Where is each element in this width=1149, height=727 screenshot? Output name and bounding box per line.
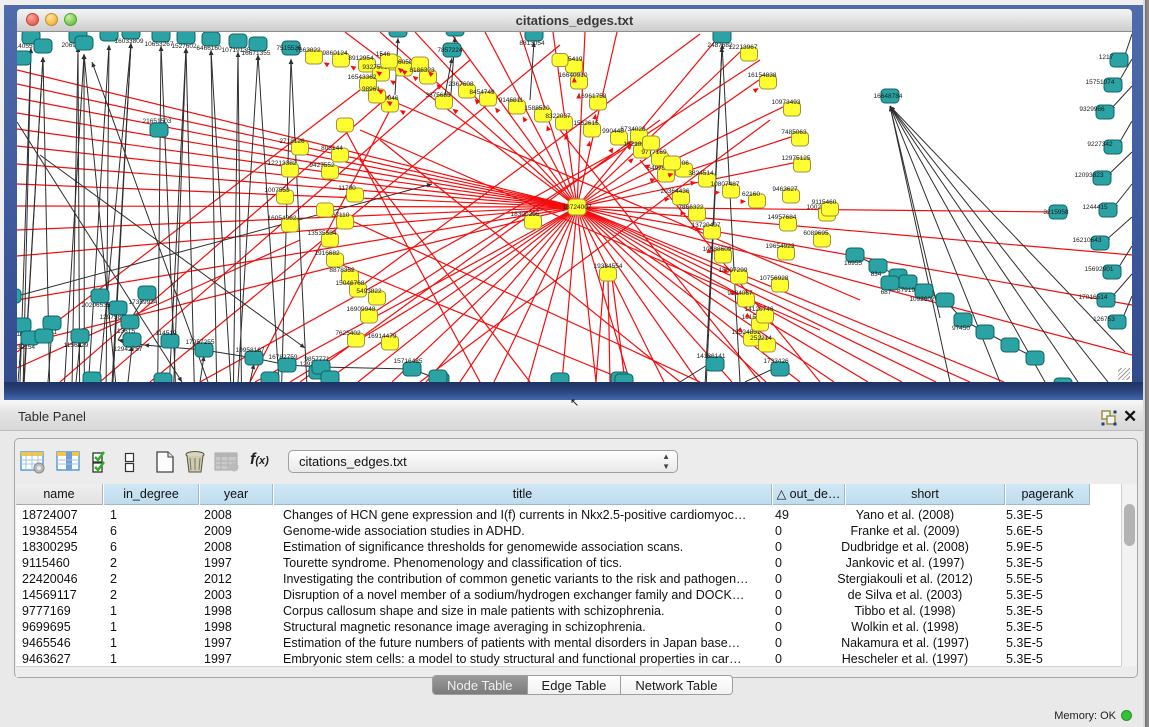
svg-text:687: 687 — [881, 289, 892, 296]
svg-text:14120746: 14120746 — [745, 306, 774, 313]
svg-text:62160: 62160 — [742, 191, 760, 198]
svg-text:13615: 13615 — [117, 328, 135, 335]
svg-text:10756928: 10756928 — [760, 275, 789, 282]
svg-text:2718126: 2718126 — [279, 138, 305, 145]
svg-text:7866322: 7866322 — [678, 204, 704, 211]
svg-text:803144: 803144 — [321, 145, 343, 152]
svg-text:16914479: 16914479 — [368, 333, 397, 340]
svg-text:9115460: 9115460 — [812, 199, 837, 206]
svg-text:16782759: 16782759 — [269, 354, 298, 361]
svg-text:17957255: 17957255 — [186, 339, 215, 346]
svg-text:1007553: 1007553 — [264, 187, 290, 194]
svg-text:7857224: 7857224 — [437, 47, 463, 54]
svg-text:8454749: 8454749 — [469, 89, 495, 96]
svg-text:13535584: 13535584 — [308, 230, 337, 237]
svg-text:16543362: 16543362 — [348, 74, 377, 81]
svg-text:10688609: 10688609 — [703, 246, 732, 253]
svg-text:1562615: 1562615 — [573, 120, 599, 127]
svg-text:252214: 252214 — [750, 335, 772, 342]
svg-text:87919: 87919 — [897, 287, 915, 294]
svg-text:6466160: 6466160 — [196, 45, 222, 52]
svg-text:10653267: 10653267 — [145, 41, 174, 48]
svg-text:20206535: 20206535 — [82, 302, 111, 309]
svg-text:6734028: 6734028 — [620, 126, 646, 133]
svg-text:97450: 97450 — [952, 325, 970, 332]
svg-text:16671355: 16671355 — [242, 50, 271, 57]
svg-text:16909948: 16909948 — [347, 306, 376, 313]
svg-text:16033809: 16033809 — [115, 38, 144, 45]
svg-text:16210643: 16210643 — [1073, 237, 1102, 244]
svg-text:1217: 1217 — [1099, 54, 1114, 61]
svg-text:8322037: 8322037 — [545, 113, 571, 120]
svg-text:1588520: 1588520 — [524, 105, 550, 112]
svg-text:9860124: 9860124 — [322, 50, 348, 57]
svg-text:10807487: 10807487 — [711, 181, 740, 188]
svg-text:1916682: 1916682 — [314, 250, 340, 257]
svg-text:16054982: 16054982 — [268, 215, 297, 222]
svg-text:16955: 16955 — [844, 260, 862, 267]
svg-text:39154: 39154 — [17, 344, 35, 351]
svg-text:18807299: 18807299 — [719, 267, 748, 274]
svg-text:12942757: 12942757 — [114, 346, 143, 353]
svg-text:9146811: 9146811 — [499, 97, 524, 104]
svg-text:2367608: 2367608 — [448, 81, 474, 88]
svg-text:1527602: 1527602 — [171, 43, 197, 50]
svg-text:10973493: 10973493 — [772, 99, 801, 106]
svg-text:11700: 11700 — [338, 185, 356, 192]
svg-text:834: 834 — [871, 271, 882, 278]
svg-text:9329966: 9329966 — [1079, 106, 1105, 113]
svg-text:15046768: 15046768 — [336, 280, 365, 287]
svg-text:12213967: 12213967 — [729, 44, 758, 51]
svg-text:15716485: 15716485 — [394, 358, 423, 365]
svg-text:3875685: 3875685 — [425, 92, 451, 99]
svg-text:5493822: 5493822 — [356, 288, 382, 295]
svg-text:16154838: 16154838 — [748, 72, 777, 79]
svg-text:15692901: 15692901 — [1085, 266, 1114, 273]
svg-text:18300295: 18300295 — [511, 211, 540, 218]
svg-text:3215958: 3215958 — [1043, 209, 1069, 216]
svg-text:9427552: 9427552 — [309, 162, 335, 169]
svg-text:9463627: 9463627 — [772, 186, 798, 193]
svg-text:1546: 1546 — [376, 51, 391, 58]
svg-text:16961758: 16961758 — [578, 93, 607, 100]
svg-text:1733426: 1733426 — [763, 358, 789, 365]
svg-text:14957684: 14957684 — [768, 214, 797, 221]
svg-text:17359934: 17359934 — [129, 299, 158, 306]
svg-text:126753: 126753 — [1093, 316, 1115, 323]
svg-text:7663822: 7663822 — [295, 47, 321, 54]
svg-text:7625402: 7625402 — [335, 330, 361, 337]
svg-text:6089695: 6089695 — [803, 230, 829, 237]
svg-text:7485063: 7485063 — [781, 129, 807, 136]
svg-text:16640910: 16640910 — [559, 72, 588, 79]
svg-text:1156829: 1156829 — [64, 342, 89, 349]
svg-text:15751074: 15751074 — [1086, 79, 1115, 86]
svg-text:21651503: 21651503 — [143, 118, 172, 125]
svg-text:3824514: 3824514 — [688, 170, 714, 177]
svg-text:114519: 114519 — [155, 330, 177, 337]
svg-text:20364436: 20364436 — [661, 188, 690, 195]
svg-text:17016514: 17016514 — [1079, 294, 1108, 301]
svg-text:13720407: 13720407 — [692, 222, 721, 229]
svg-text:1244415: 1244415 — [1082, 204, 1108, 211]
svg-text:19384554: 19384554 — [594, 263, 623, 270]
svg-text:98961: 98961 — [362, 86, 380, 93]
svg-text:9857771: 9857771 — [304, 356, 330, 363]
svg-text:16648784: 16648784 — [874, 93, 903, 100]
svg-text:14136141: 14136141 — [697, 353, 726, 360]
svg-text:8813054: 8813054 — [519, 40, 545, 47]
svg-text:10958167: 10958167 — [236, 347, 265, 354]
svg-text:18724007: 18724007 — [563, 204, 592, 211]
svg-text:8878352: 8878352 — [329, 267, 355, 274]
svg-text:12213382: 12213382 — [268, 160, 297, 167]
svg-text:1092602: 1092602 — [909, 296, 935, 303]
svg-text:12093823: 12093823 — [1075, 172, 1104, 179]
svg-text:9227342: 9227342 — [1087, 141, 1113, 148]
svg-text:8912954: 8912954 — [348, 55, 374, 62]
svg-text:12975125: 12975125 — [782, 155, 811, 162]
svg-text:19654923: 19654923 — [766, 243, 795, 250]
